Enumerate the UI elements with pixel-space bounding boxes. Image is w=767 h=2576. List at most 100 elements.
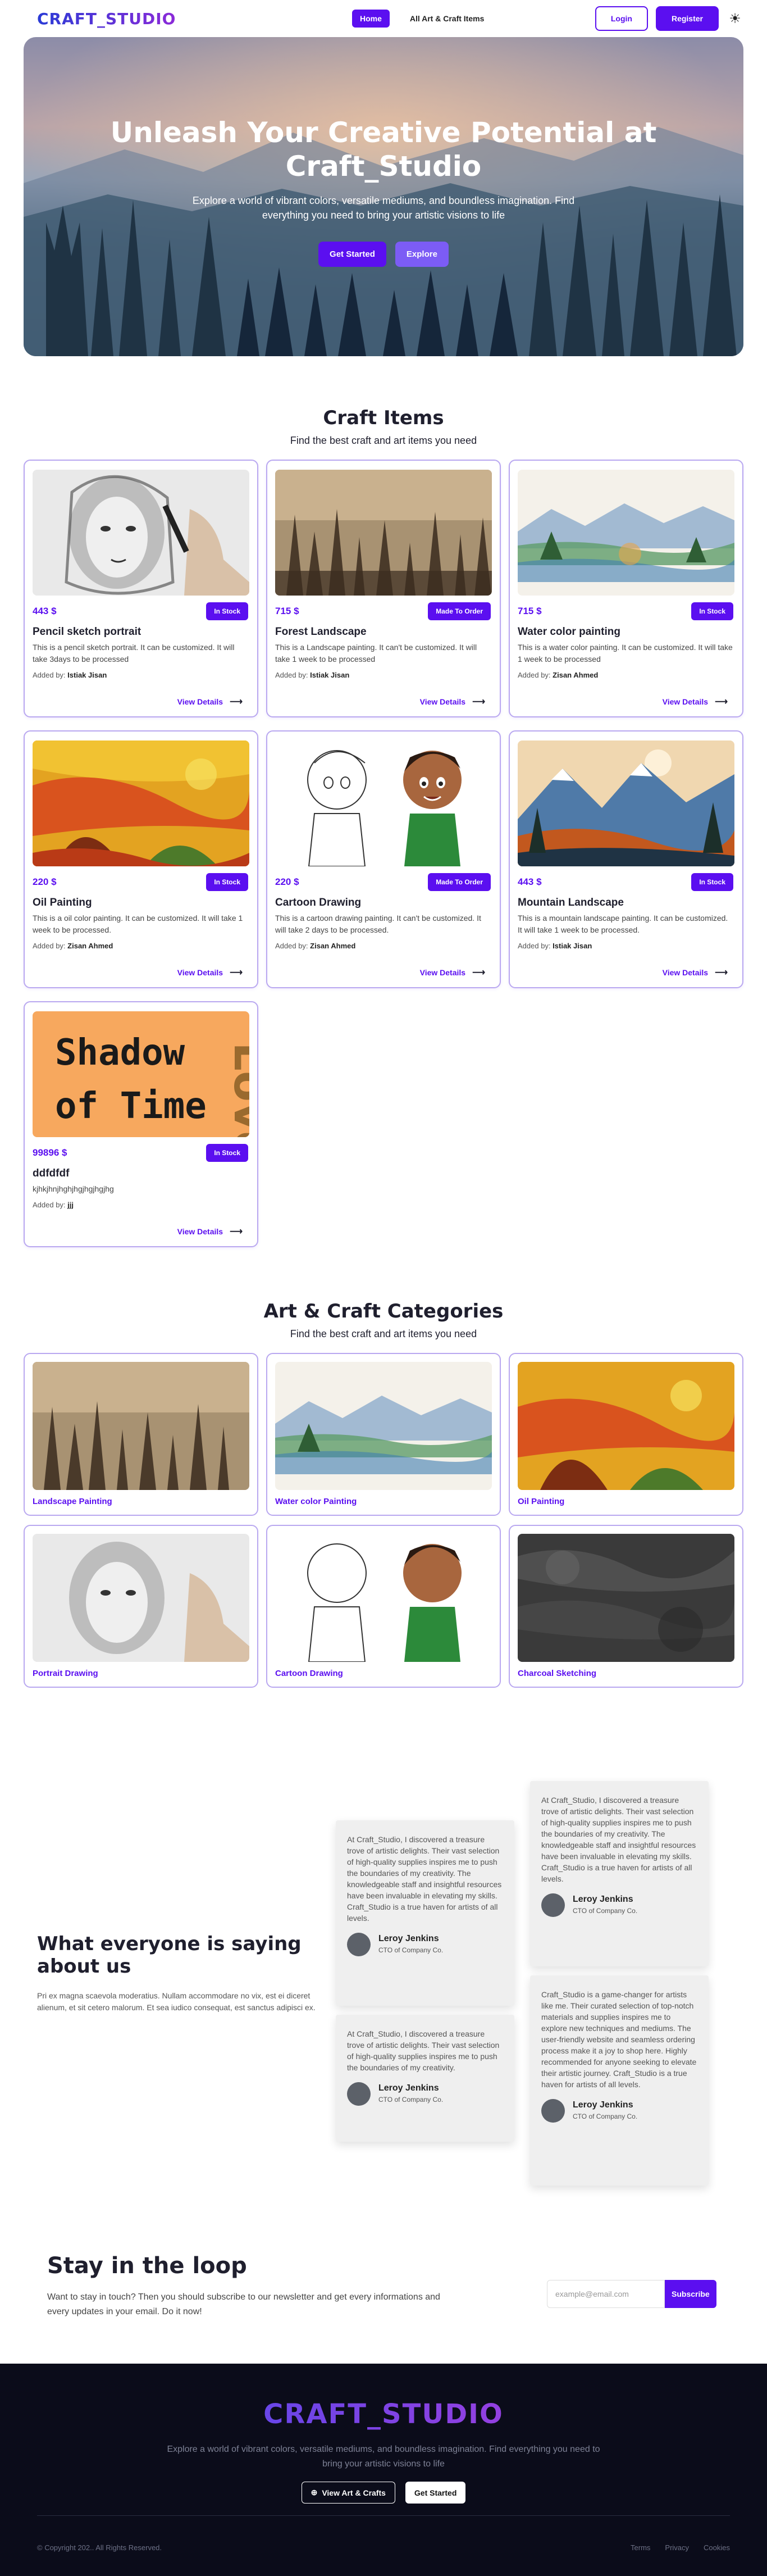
- avatar: [541, 1893, 565, 1917]
- item-price: 99896 $: [33, 1147, 67, 1158]
- stock-status-badge: Made To Order: [428, 602, 491, 620]
- item-description: This is a mountain landscape painting. I…: [518, 914, 728, 934]
- item-price: 715 $: [518, 606, 542, 616]
- stock-status-badge: In Stock: [206, 873, 248, 891]
- craft-items-title: Craft Items: [323, 407, 444, 429]
- play-circle-icon: ⊕: [311, 2488, 318, 2497]
- category-label[interactable]: Portrait Drawing: [33, 1669, 249, 1678]
- brand-logo[interactable]: CRAFT_STUDIO: [37, 10, 176, 28]
- item-price: 715 $: [275, 606, 299, 616]
- footer-get-started-button[interactable]: Get Started: [405, 2482, 466, 2504]
- nav-actions: Login Register ☀: [595, 6, 743, 31]
- stock-status-badge: In Stock: [206, 1144, 248, 1162]
- category-label[interactable]: Water color Painting: [275, 1497, 492, 1506]
- nav-link-all-items[interactable]: All Art & Craft Items: [402, 10, 492, 28]
- arrow-right-icon: ⟶: [230, 697, 243, 707]
- category-card[interactable]: Portrait Drawing: [24, 1525, 258, 1688]
- footer-link-cookies[interactable]: Cookies: [704, 2543, 730, 2552]
- item-title: Oil Painting: [33, 897, 92, 908]
- item-author: Istiak Jisan: [67, 671, 107, 679]
- view-details-link[interactable]: View Details ⟶: [33, 967, 248, 978]
- arrow-right-icon: ⟶: [715, 968, 728, 978]
- footer-link-privacy[interactable]: Privacy: [665, 2543, 689, 2552]
- view-details-link[interactable]: View Details ⟶: [518, 696, 733, 707]
- nav-link-home[interactable]: Home: [351, 10, 390, 28]
- footer-link-terms[interactable]: Terms: [631, 2543, 650, 2552]
- hero-subtitle: Explore a world of vibrant colors, versa…: [192, 195, 575, 221]
- item-added-by: Added by: Zisan Ahmed: [33, 942, 113, 950]
- landscape-painting-image: [33, 1362, 249, 1490]
- item-title: Forest Landscape: [275, 626, 367, 638]
- login-button[interactable]: Login: [595, 6, 648, 31]
- item-description: This is a cartoon drawing painting. It c…: [275, 914, 481, 934]
- categories-title: Art & Craft Categories: [263, 1300, 504, 1323]
- hero-content: Unleash Your Creative Potential at Craft…: [24, 116, 743, 267]
- author-name: Leroy Jenkins: [573, 1894, 633, 1904]
- forest-landscape-image: [275, 470, 492, 596]
- category-card[interactable]: Landscape Painting: [24, 1353, 258, 1516]
- watercolor-painting-image: [275, 1362, 492, 1490]
- item-card: 715 $ Made To Order Forest Landscape Thi…: [266, 460, 501, 717]
- get-started-button[interactable]: Get Started: [318, 242, 386, 267]
- item-added-by: Added by: Zisan Ahmed: [518, 671, 599, 679]
- item-author: Zisan Ahmed: [553, 671, 599, 679]
- testimonial-quote: Craft_Studio is a game-changer for artis…: [541, 1990, 697, 2089]
- item-card: 220 $ Made To Order Cartoon Drawing This…: [266, 730, 501, 988]
- category-card[interactable]: Charcoal Sketching: [509, 1525, 743, 1688]
- item-added-by: Added by: Istiak Jisan: [33, 671, 107, 679]
- register-button[interactable]: Register: [655, 6, 719, 31]
- item-description: kjhkjhnjhghjhgjhgjhgjhg: [33, 1184, 114, 1193]
- testimonial-quote: At Craft_Studio, I discovered a treasure…: [347, 2029, 500, 2072]
- sun-icon[interactable]: ☀: [727, 10, 743, 27]
- testimonial-card: At Craft_Studio, I discovered a treasure…: [336, 2015, 514, 2142]
- item-author: Zisan Ahmed: [310, 942, 356, 950]
- testimonials-intro: What everyone is saying about us Pri ex …: [37, 1933, 329, 2014]
- testimonial-author: Leroy Jenkins CTO of Company Co.: [347, 1933, 503, 1956]
- item-author: Istiak Jisan: [553, 942, 592, 950]
- view-details-link[interactable]: View Details ⟶: [275, 696, 491, 707]
- category-card[interactable]: Water color Painting: [266, 1353, 501, 1516]
- item-card: 220 $ In Stock Oil Painting This is a oi…: [24, 730, 258, 988]
- arrow-right-icon: ⟶: [472, 968, 485, 978]
- item-added-by: Added by: Istiak Jisan: [518, 942, 592, 950]
- categories-header: Art & Craft Categories Find the best cra…: [0, 1300, 767, 1340]
- category-label[interactable]: Cartoon Drawing: [275, 1669, 492, 1678]
- testimonial-card: At Craft_Studio, I discovered a treasure…: [336, 1820, 514, 2006]
- subscribe-button[interactable]: Subscribe: [665, 2280, 716, 2308]
- category-label[interactable]: Charcoal Sketching: [518, 1669, 734, 1678]
- footer-links: Terms Privacy Cookies: [631, 2543, 730, 2552]
- item-card: 443 $ In Stock Mountain Landscape This i…: [509, 730, 743, 988]
- item-price: 443 $: [518, 876, 542, 887]
- copyright-text: © Copyright 202.. All Rights Reserved.: [37, 2543, 162, 2552]
- email-field[interactable]: [547, 2280, 665, 2308]
- view-details-link[interactable]: View Details ⟶: [33, 696, 248, 707]
- oil-painting-image: [518, 1362, 734, 1490]
- category-label[interactable]: Oil Painting: [518, 1497, 734, 1506]
- view-art-crafts-button[interactable]: ⊕ View Art & Crafts: [301, 2482, 395, 2504]
- item-description: This is a pencil sketch portrait. It can…: [33, 643, 235, 664]
- cartoon-drawing-image: [275, 740, 492, 866]
- view-details-link[interactable]: View Details ⟶: [275, 967, 491, 978]
- testimonials-text: Pri ex magna scaevola moderatius. Nullam…: [37, 1991, 316, 2012]
- portrait-drawing-image: [33, 1534, 249, 1662]
- hero-title: Unleash Your Creative Potential at Craft…: [110, 116, 657, 183]
- view-details-link[interactable]: View Details ⟶: [33, 1226, 248, 1237]
- testimonials-title: What everyone is saying about us: [37, 1933, 302, 1978]
- cartoon-drawing-image: [275, 1534, 492, 1662]
- category-card[interactable]: Cartoon Drawing: [266, 1525, 501, 1688]
- item-card: Shadow of Time Love 99896 $ In Stock ddf…: [24, 1001, 258, 1247]
- watercolor-painting-image: [518, 470, 734, 596]
- author-name: Leroy Jenkins: [378, 1934, 439, 1943]
- view-details-link[interactable]: View Details ⟶: [518, 967, 733, 978]
- category-card[interactable]: Oil Painting: [509, 1353, 743, 1516]
- author-name: Leroy Jenkins: [573, 2100, 633, 2110]
- top-navbar: CRAFT_STUDIO Home All Art & Craft Items …: [0, 0, 767, 37]
- item-description: This is a water color painting. It can b…: [518, 643, 733, 664]
- category-label[interactable]: Landscape Painting: [33, 1497, 249, 1506]
- footer-logo[interactable]: CRAFT_STUDIO: [0, 2398, 767, 2430]
- item-author: Istiak Jisan: [310, 671, 350, 679]
- poster-text-of-time: of Time: [55, 1085, 207, 1127]
- site-footer: CRAFT_STUDIO Explore a world of vibrant …: [0, 2364, 767, 2576]
- explore-button[interactable]: Explore: [395, 242, 449, 267]
- mountain-landscape-image: [518, 740, 734, 866]
